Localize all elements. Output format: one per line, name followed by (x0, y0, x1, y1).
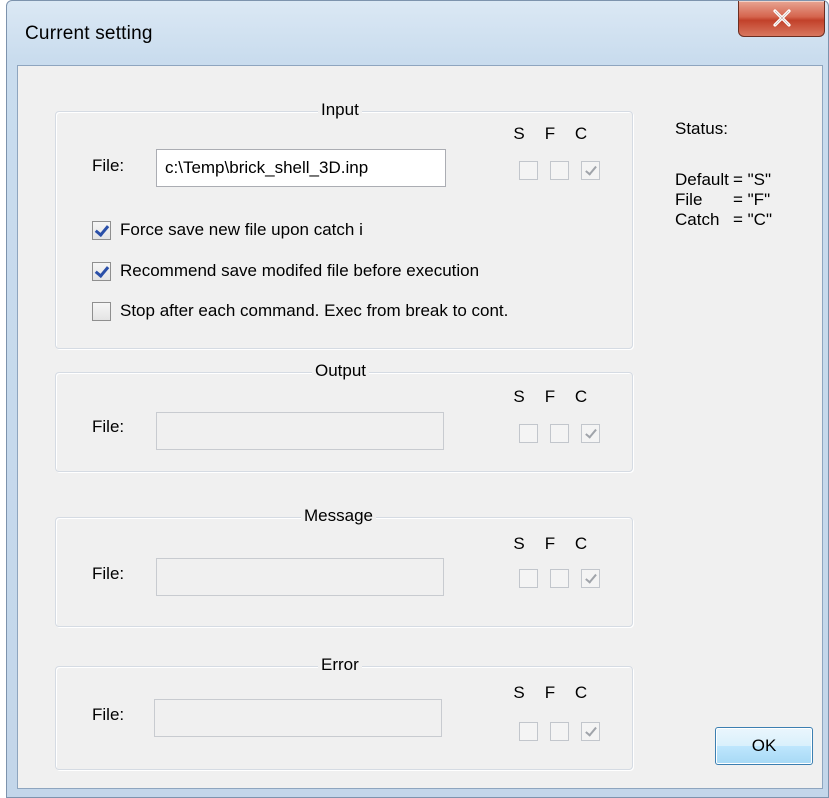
window-title: Current setting (25, 23, 153, 44)
file-label: File: (92, 705, 125, 724)
output-file-field[interactable] (156, 412, 444, 450)
file-label: File: (92, 417, 125, 436)
close-button[interactable] (738, 1, 825, 37)
group-legend: Message (301, 506, 376, 526)
output-sfc-f-checkbox[interactable] (550, 424, 569, 443)
group-legend: Output (312, 361, 370, 381)
error-sfc-c-checkbox[interactable] (581, 722, 600, 741)
sfc-header-f: F (544, 534, 556, 553)
file-label: File: (92, 564, 125, 583)
input-sfc-f-checkbox[interactable] (550, 161, 569, 180)
error-sfc-f-checkbox[interactable] (550, 722, 569, 741)
group-legend: Error (318, 655, 362, 675)
status-row-default: Default = "S" (675, 170, 771, 190)
sfc-header-c: C (574, 683, 588, 702)
status-key: File (675, 190, 703, 209)
sfc-header-s: S (513, 683, 525, 702)
output-group: Output File: S F C (55, 361, 633, 472)
input-sfc-c-checkbox[interactable] (581, 161, 600, 180)
status-key: Default (675, 170, 729, 189)
title-bar[interactable]: Current setting (7, 1, 828, 65)
message-sfc-c-checkbox[interactable] (581, 569, 600, 588)
message-file-field[interactable] (156, 558, 444, 596)
group-legend: Input (318, 100, 362, 120)
sfc-header-c: C (574, 124, 588, 143)
stop-after-command-checkbox[interactable] (92, 302, 111, 321)
status-value: = "F" (733, 190, 771, 209)
status-value: = "S" (733, 170, 772, 189)
sfc-header-c: C (574, 534, 588, 553)
error-group: Error File: S F C (55, 655, 633, 770)
input-sfc-s-checkbox[interactable] (519, 161, 538, 180)
sfc-header-s: S (513, 534, 525, 553)
recommend-save-label[interactable]: Recommend save modifed file before execu… (120, 261, 479, 281)
dialog-window: Current setting Input File: c:\Temp\bric… (6, 0, 829, 798)
sfc-header-s: S (513, 124, 525, 143)
ok-button[interactable]: OK (715, 727, 813, 765)
recommend-save-checkbox[interactable] (92, 262, 111, 281)
message-sfc-f-checkbox[interactable] (550, 569, 569, 588)
force-save-checkbox[interactable] (92, 221, 111, 240)
error-sfc-s-checkbox[interactable] (519, 722, 538, 741)
error-file-field[interactable] (154, 699, 442, 737)
sfc-header-s: S (513, 387, 525, 406)
status-title: Status: (675, 119, 728, 138)
status-row-file: File = "F" (675, 190, 770, 210)
stop-after-command-label[interactable]: Stop after each command. Exec from break… (120, 301, 508, 321)
output-sfc-c-checkbox[interactable] (581, 424, 600, 443)
status-key: Catch (675, 210, 720, 229)
status-row-catch: Catch = "C" (675, 210, 772, 230)
sfc-header-f: F (544, 387, 556, 406)
message-sfc-s-checkbox[interactable] (519, 569, 538, 588)
message-group: Message File: S F C (55, 506, 633, 627)
close-icon (773, 9, 791, 27)
sfc-header-c: C (574, 387, 588, 406)
input-group: Input File: c:\Temp\brick_shell_3D.inp S… (55, 100, 633, 349)
sfc-header-f: F (544, 683, 556, 702)
status-value: = "C" (733, 210, 772, 229)
file-label: File: (92, 156, 125, 175)
sfc-header-f: F (544, 124, 556, 143)
input-file-field[interactable]: c:\Temp\brick_shell_3D.inp (156, 149, 446, 187)
dialog-client-area: Input File: c:\Temp\brick_shell_3D.inp S… (17, 65, 823, 789)
force-save-label[interactable]: Force save new file upon catch i (120, 220, 363, 240)
output-sfc-s-checkbox[interactable] (519, 424, 538, 443)
